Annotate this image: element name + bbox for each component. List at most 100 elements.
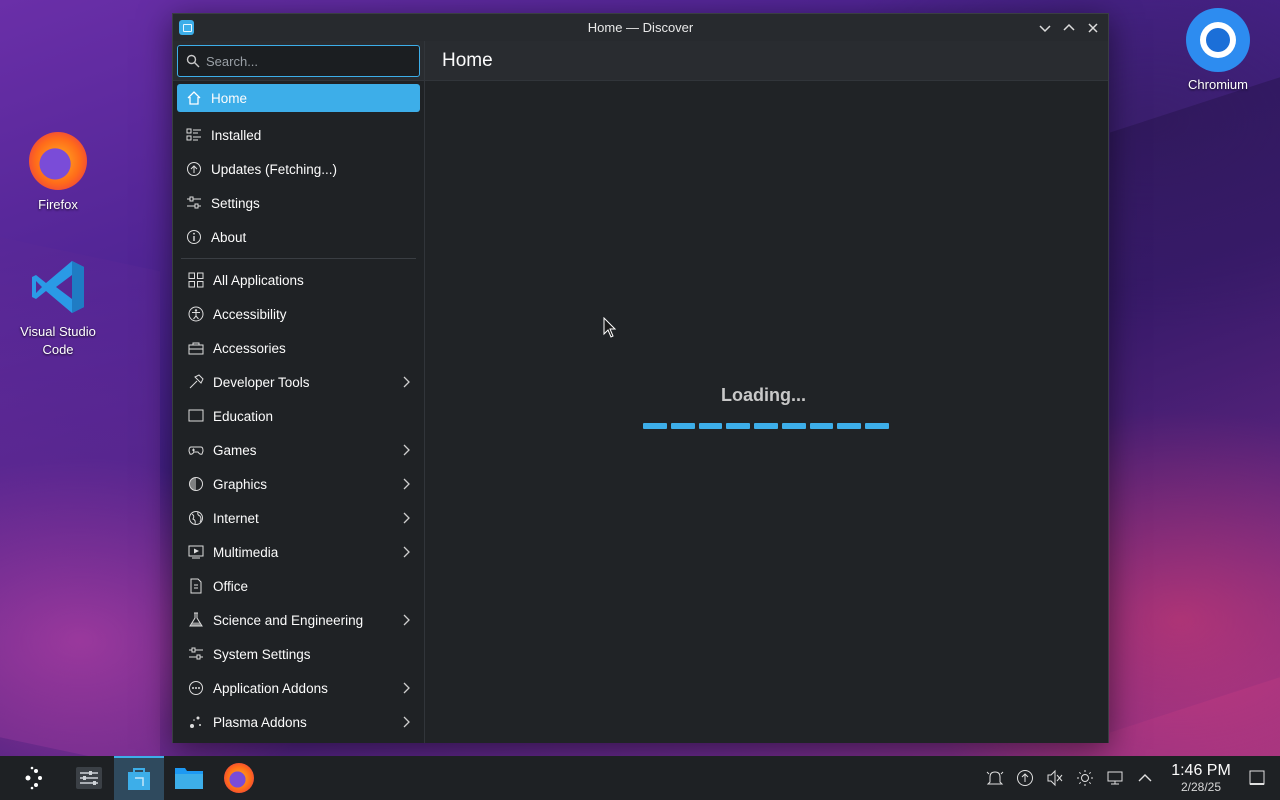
search-icon — [186, 54, 200, 68]
discover-app-icon[interactable] — [179, 20, 194, 35]
taskbar: 1:46 PM 2/28/25 — [0, 756, 1280, 800]
firefox-icon — [224, 763, 254, 793]
sidebar-divider — [181, 258, 416, 259]
sidebar-item-education[interactable]: Education — [177, 399, 420, 433]
sidebar-item-science-engineering[interactable]: Science and Engineering — [177, 603, 420, 637]
toolbox-icon — [187, 339, 205, 357]
window-titlebar[interactable]: Home — Discover — [173, 14, 1108, 41]
sidebar-item-label: Graphics — [213, 476, 268, 492]
tray-expand-button[interactable] — [1130, 756, 1160, 800]
task-firefox[interactable] — [214, 756, 264, 800]
task-file-manager[interactable] — [164, 756, 214, 800]
chromium-icon — [1186, 8, 1250, 72]
notifications-tray-button[interactable] — [980, 756, 1010, 800]
vscode-icon — [28, 257, 88, 317]
header-toolbar: Home — [173, 41, 1108, 81]
chevron-up-icon — [1138, 774, 1152, 782]
sidebar-item-installed[interactable]: Installed — [177, 118, 420, 152]
sidebar-item-home[interactable]: Home — [177, 84, 420, 112]
sidebar-item-developer-tools[interactable]: Developer Tools — [177, 365, 420, 399]
sidebar-item-system-settings[interactable]: System Settings — [177, 637, 420, 671]
task-discover[interactable] — [114, 756, 164, 800]
main-content: Loading... — [425, 81, 1108, 743]
sidebar-item-label: Installed — [211, 127, 262, 143]
maximize-button[interactable] — [1059, 18, 1079, 38]
updates-icon — [185, 160, 203, 178]
sidebar-item-label: All Applications — [213, 272, 304, 288]
chevron-right-icon — [398, 544, 414, 560]
volume-tray-button[interactable] — [1040, 756, 1070, 800]
sidebar-item-label: Accessories — [213, 340, 286, 356]
discover-icon — [128, 768, 150, 790]
sidebar-item-games[interactable]: Games — [177, 433, 420, 467]
grid-icon — [187, 271, 205, 289]
sidebar-item-label: Multimedia — [213, 544, 279, 560]
sidebar-item-internet[interactable]: Internet — [177, 501, 420, 535]
progress-segment — [865, 423, 890, 429]
installed-icon — [185, 126, 203, 144]
search-box[interactable] — [177, 45, 420, 77]
sidebar-item-label: Science and Engineering — [213, 612, 364, 628]
chevron-right-icon — [398, 510, 414, 526]
sidebar-item-label: Internet — [213, 510, 259, 526]
desktop-icon-vscode[interactable]: Visual Studio Code — [13, 257, 103, 359]
wallpaper-shape — [1110, 67, 1280, 733]
sidebar-item-application-addons[interactable]: Application Addons — [177, 671, 420, 705]
chevron-up-icon — [1063, 23, 1075, 31]
chevron-right-icon — [398, 476, 414, 492]
update-icon — [1017, 770, 1033, 786]
system-settings-icon — [76, 767, 102, 789]
show-desktop-button[interactable] — [1242, 756, 1272, 800]
progress-segment — [726, 423, 751, 429]
sidebar-item-label: Settings — [211, 195, 260, 211]
desktop-icon-chromium[interactable]: Chromium — [1173, 8, 1263, 94]
loading-label: Loading... — [721, 385, 806, 405]
desktop-icon-firefox[interactable]: Firefox — [13, 132, 103, 214]
sidebar-item-label: Application Addons — [213, 680, 328, 696]
sidebar-item-label: Games — [213, 442, 257, 458]
network-wired-icon — [1107, 771, 1123, 785]
sidebar-item-settings[interactable]: Settings — [177, 186, 420, 220]
home-icon — [185, 89, 203, 107]
sidebar-item-multimedia[interactable]: Multimedia — [177, 535, 420, 569]
brightness-tray-button[interactable] — [1070, 756, 1100, 800]
flask-icon — [187, 611, 205, 629]
bell-icon — [986, 771, 1004, 785]
sidebar-item-label: Accessibility — [213, 306, 287, 322]
sidebar-item-all-applications[interactable]: All Applications — [177, 263, 420, 297]
board-icon — [187, 407, 205, 425]
progress-segment — [781, 423, 806, 429]
page-title: Home — [442, 50, 493, 71]
network-tray-button[interactable] — [1100, 756, 1130, 800]
system-tray: 1:46 PM 2/28/25 — [980, 756, 1280, 800]
chevron-down-icon — [1039, 25, 1051, 33]
clock-date: 2/28/25 — [1180, 780, 1222, 794]
minimize-button[interactable] — [1035, 18, 1055, 38]
search-input[interactable] — [206, 53, 406, 69]
sidebar-item-accessories[interactable]: Accessories — [177, 331, 420, 365]
sidebar-item-plasma-addons[interactable]: Plasma Addons — [177, 705, 420, 739]
loading-progress-bar — [643, 423, 890, 429]
chevron-right-icon — [398, 714, 414, 730]
progress-segment — [670, 423, 695, 429]
sidebar-item-about[interactable]: About — [177, 220, 420, 254]
sliders-icon — [187, 645, 205, 663]
application-launcher-button[interactable] — [8, 756, 58, 800]
updates-tray-button[interactable] — [1010, 756, 1040, 800]
sidebar-item-graphics[interactable]: Graphics — [177, 467, 420, 501]
task-system-settings[interactable] — [64, 756, 114, 800]
desktop-icon-label: Chromium — [1188, 77, 1248, 92]
document-icon — [187, 577, 205, 595]
brightness-icon — [1077, 770, 1093, 786]
sidebar-item-label: Updates (Fetching...) — [211, 161, 338, 177]
firefox-icon — [29, 132, 87, 190]
sidebar-item-office[interactable]: Office — [177, 569, 420, 603]
close-button[interactable] — [1083, 18, 1103, 38]
sidebar: Home Installed Updates (Fetching...) Set… — [173, 81, 425, 743]
sidebar-item-updates[interactable]: Updates (Fetching...) — [177, 152, 420, 186]
sidebar-item-accessibility[interactable]: Accessibility — [177, 297, 420, 331]
digital-clock[interactable]: 1:46 PM 2/28/25 — [1166, 762, 1236, 794]
globe-icon — [187, 509, 205, 527]
sidebar-item-label: About — [211, 229, 247, 245]
desktop-icon-label: Visual Studio Code — [20, 324, 96, 357]
